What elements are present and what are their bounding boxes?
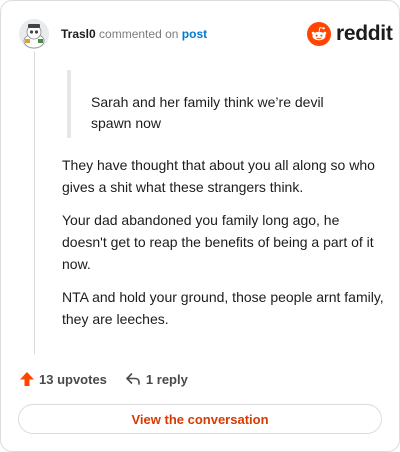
upvote-arrow-icon — [20, 372, 34, 386]
upvote-button[interactable]: 13 upvotes — [19, 371, 107, 387]
reply-count: 1 reply — [145, 371, 188, 387]
comment-paragraph: Your dad abandoned you family long ago, … — [62, 212, 374, 272]
comment-paragraph: NTA and hold your ground, those people a… — [62, 289, 384, 327]
username[interactable]: Trasl0 — [61, 27, 96, 41]
quoted-text: Sarah and her family think we’re devil s… — [91, 94, 324, 131]
view-conversation-button[interactable]: View the conversation — [18, 404, 382, 434]
reply-button[interactable]: 1 reply — [125, 371, 188, 387]
reddit-wordmark: reddit — [336, 22, 393, 45]
reply-icon — [126, 373, 140, 385]
comment-paragraph: They have thought that about you all alo… — [62, 157, 375, 195]
comment-header: Trasl0 commented on post — [61, 27, 207, 41]
comment-actions: 13 upvotes 1 reply — [19, 369, 188, 389]
embedded-comment-card: Trasl0 commented on post reddit Sarah an… — [0, 0, 400, 452]
upvote-count: 13 upvotes — [39, 371, 107, 387]
avatar[interactable] — [19, 19, 49, 49]
quote-bar — [67, 70, 71, 138]
reddit-logo[interactable]: reddit — [307, 21, 393, 47]
thread-line — [34, 51, 35, 354]
avatar-icon — [19, 19, 49, 49]
reddit-logo-icon — [307, 22, 331, 46]
post-link[interactable]: post — [182, 27, 207, 41]
action-text: commented on — [99, 27, 179, 41]
